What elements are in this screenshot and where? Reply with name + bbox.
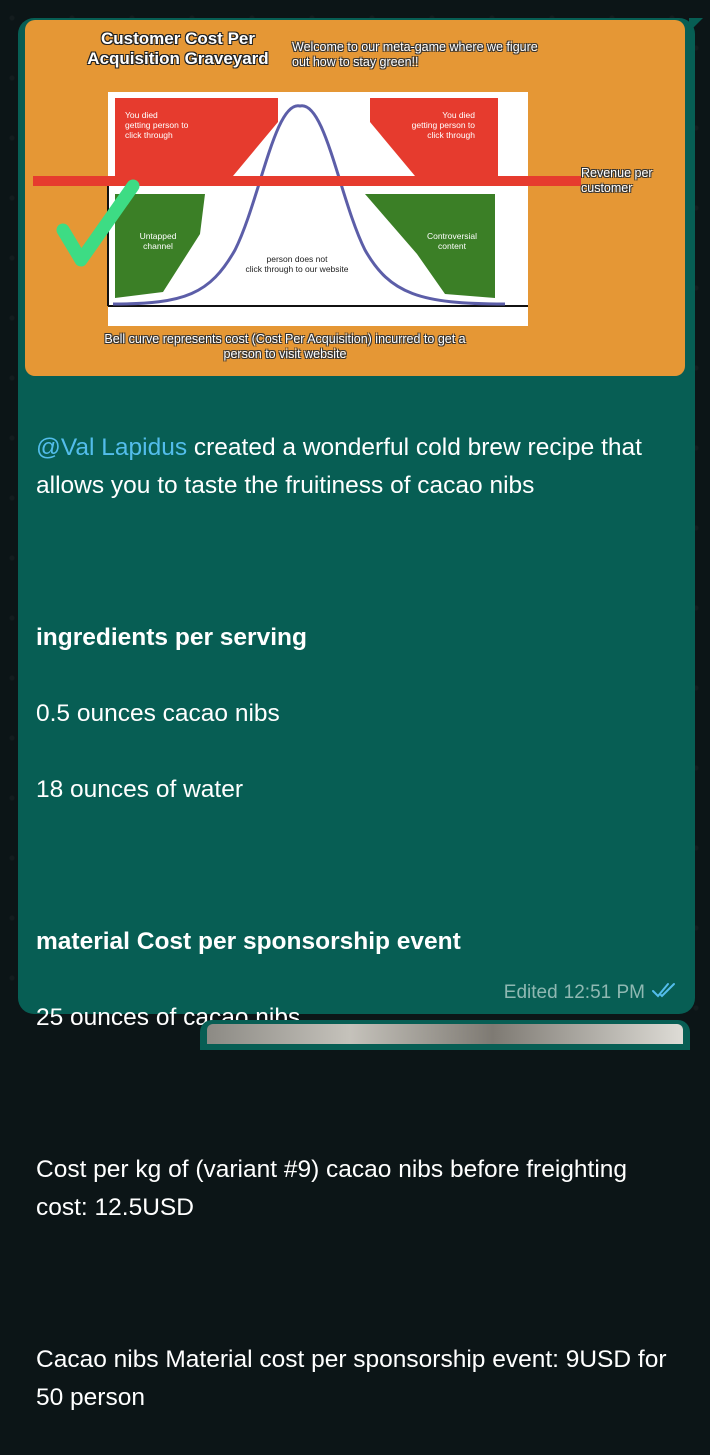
material-cost-text: Cacao nibs Material cost per sponsorship… — [36, 1346, 667, 1411]
edited-label: Edited — [503, 982, 558, 1003]
message-text: @Val Lapidus created a wonderful cold br… — [36, 391, 681, 1455]
next-image-preview[interactable] — [207, 1024, 683, 1044]
ingredients-heading: ingredients per serving — [36, 624, 307, 651]
died-left-line-1: You died — [125, 110, 158, 120]
diagram-graphic: You died getting person to click through… — [33, 92, 581, 326]
ingredient-item: 18 ounces of water — [36, 776, 244, 803]
died-right-line-1: You died — [442, 110, 475, 120]
message-time: 12:51 PM — [563, 982, 645, 1003]
material-heading: material Cost per sponsorship event — [36, 928, 461, 955]
image-note: Bell curve represents cost (Cost Per Acq… — [104, 332, 466, 361]
revenue-line — [33, 176, 581, 186]
image-welcome-text: Welcome to our meta-game where we figure… — [292, 40, 538, 69]
message-bubble[interactable]: You died getting person to click through… — [18, 18, 703, 1411]
center-line-1: person does not — [267, 254, 329, 264]
message-meta: Edited 12:51 PM — [504, 981, 677, 1005]
mention-link[interactable]: @Val Lapidus — [36, 434, 187, 461]
center-line-2: click through to our website — [246, 264, 349, 274]
revenue-label: Revenue per customer — [581, 166, 653, 195]
died-left-line-2: getting person to — [125, 120, 189, 130]
died-left-line-3: click through — [125, 130, 173, 140]
controversial-line-2: content — [438, 241, 467, 251]
next-message-bubble[interactable] — [200, 1020, 690, 1050]
image-title: Customer Cost Per Acquisition Graveyard — [87, 29, 269, 68]
died-right-line-3: click through — [427, 130, 475, 140]
controversial-line-1: Controversial — [427, 231, 477, 241]
intro-paragraph: @Val Lapidus created a wonderful cold br… — [36, 429, 681, 505]
double-check-icon — [651, 981, 677, 1005]
image-attachment[interactable]: You died getting person to click through… — [25, 20, 685, 376]
died-right-line-2: getting person to — [412, 120, 476, 130]
untapped-line-1: Untapped — [140, 231, 177, 241]
bubble-tail — [689, 18, 703, 32]
untapped-line-2: channel — [143, 241, 173, 251]
cost-per-kg-text: Cost per kg of (variant #9) cacao nibs b… — [36, 1156, 628, 1221]
ingredient-item: 0.5 ounces cacao nibs — [36, 700, 280, 727]
